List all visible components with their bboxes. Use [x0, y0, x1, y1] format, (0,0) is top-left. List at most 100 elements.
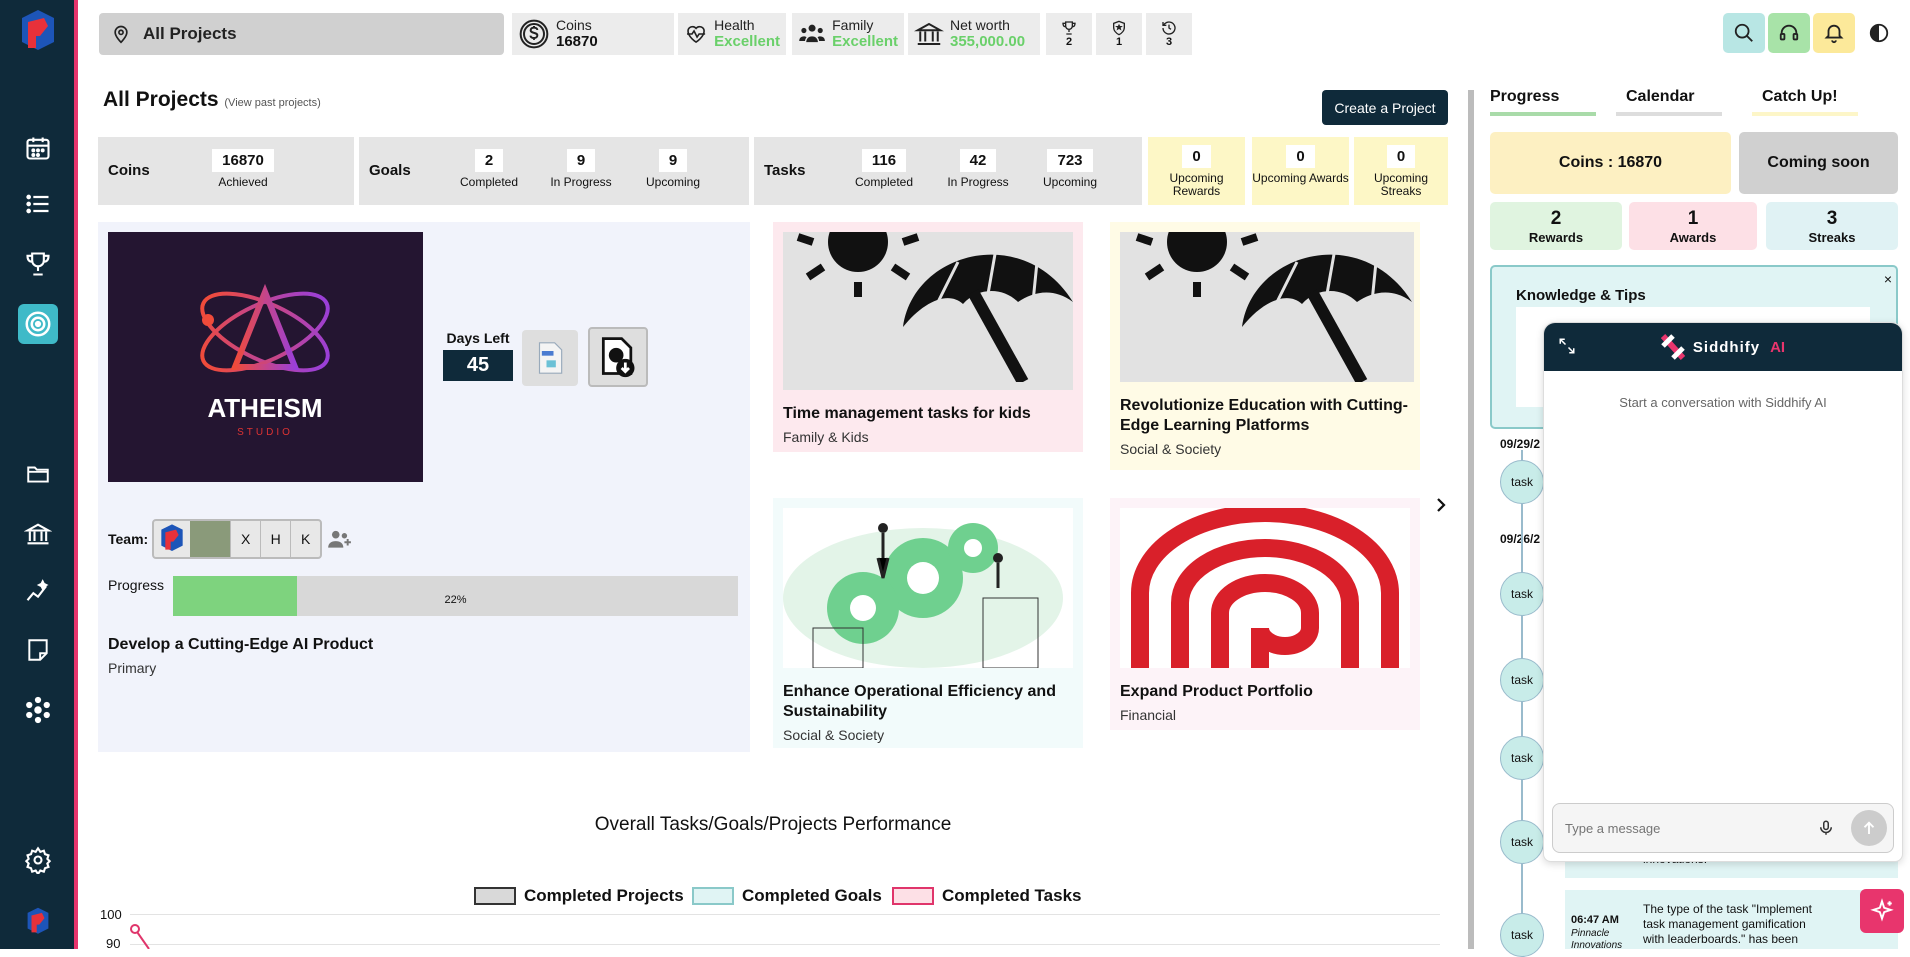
- networth-stat[interactable]: Net worth 355,000.00: [908, 13, 1040, 55]
- project-card[interactable]: Expand Product Portfolio Financial: [1110, 498, 1420, 730]
- badge-counter[interactable]: 1: [1096, 13, 1142, 55]
- coins-value: 16870: [556, 33, 598, 50]
- project-card[interactable]: Time management tasks for kids Family & …: [773, 222, 1083, 452]
- chat-message-input[interactable]: [1565, 820, 1817, 836]
- upcoming-awards-label: Upcoming Awards: [1252, 171, 1349, 185]
- streaks-box[interactable]: 3 Streaks: [1766, 202, 1898, 250]
- network-icon[interactable]: [18, 690, 58, 730]
- timeline-entry[interactable]: 06:47 AM Pinnacle Innovations The type o…: [1565, 890, 1898, 949]
- legend-item[interactable]: Completed Projects: [474, 886, 684, 906]
- timeline-task-dot[interactable]: task: [1500, 658, 1544, 702]
- rewards-label: Rewards: [1528, 229, 1584, 245]
- legend-item[interactable]: Completed Goals: [692, 886, 882, 906]
- project-card-category: Social & Society: [783, 727, 885, 743]
- chat-header: Siddhify AI: [1544, 323, 1902, 371]
- coins-achieved-value: 16870: [212, 149, 274, 172]
- featured-project-card[interactable]: ATHEISM STUDIO Days Left 45 Team: X H K …: [98, 222, 750, 752]
- siddhify-logo-icon: [1660, 334, 1685, 360]
- list-icon[interactable]: [18, 184, 58, 224]
- logo-subtext: STUDIO: [237, 427, 293, 438]
- team-member-avatar[interactable]: H: [260, 521, 290, 557]
- notifications-button[interactable]: [1813, 13, 1855, 53]
- team-member-avatar[interactable]: X: [230, 521, 260, 557]
- send-button[interactable]: [1851, 810, 1887, 846]
- y-tick-label: 100: [100, 907, 122, 922]
- coins-stat[interactable]: Coins 16870: [512, 13, 674, 55]
- tasks-data-point[interactable]: [130, 924, 140, 934]
- top-bar: All Projects Coins 16870 Health Excellent …: [78, 0, 1910, 62]
- chat-brand: Siddhify: [1692, 338, 1761, 356]
- chat-input-bar: [1552, 803, 1894, 853]
- note-icon[interactable]: [18, 630, 58, 670]
- settings-gear-icon[interactable]: [18, 840, 58, 880]
- badge-count: 1: [1115, 36, 1123, 48]
- project-card-category: Social & Society: [1120, 441, 1222, 457]
- view-past-projects-link[interactable]: (View past projects): [224, 97, 320, 109]
- app-logo-icon[interactable]: [18, 10, 58, 52]
- document-icon: [538, 342, 563, 374]
- ai-assistant-button[interactable]: [1860, 889, 1904, 933]
- location-label: All Projects: [143, 24, 237, 43]
- timeline-task-dot[interactable]: task: [1500, 460, 1544, 504]
- create-project-button[interactable]: Create a Project: [1322, 90, 1448, 125]
- tasks-upcoming-value: 723: [1047, 149, 1093, 172]
- health-stat[interactable]: Health Excellent: [678, 13, 786, 55]
- timeline-entry-time: 06:47 AM: [1571, 914, 1619, 926]
- tab-calendar[interactable]: Calendar: [1616, 88, 1722, 116]
- search-button[interactable]: [1723, 13, 1765, 53]
- project-card[interactable]: Revolutionize Education with Cutting-Edg…: [1110, 222, 1420, 470]
- rewards-box[interactable]: 2 Rewards: [1490, 202, 1622, 250]
- family-stat[interactable]: Family Excellent: [792, 13, 904, 55]
- folder-icon[interactable]: [18, 454, 58, 494]
- coins-summary-box: Coins : 16870: [1490, 132, 1731, 194]
- legend-item[interactable]: Completed Tasks: [892, 886, 1082, 906]
- theme-toggle-button[interactable]: [1858, 13, 1900, 53]
- tab-catch-up[interactable]: Catch Up!: [1752, 88, 1858, 116]
- next-arrow-icon[interactable]: [1432, 495, 1450, 515]
- team-member-photo-avatar[interactable]: [190, 521, 231, 557]
- download-report-button[interactable]: [588, 327, 648, 387]
- goals-in-progress-value: 9: [566, 149, 596, 172]
- doc-button[interactable]: [522, 330, 578, 386]
- sidebar-accent: [74, 0, 78, 949]
- team-member-avatar[interactable]: K: [290, 521, 320, 557]
- tab-progress-label: Progress: [1490, 88, 1560, 105]
- goals-in-progress-label: In Progress: [550, 175, 612, 189]
- awards-box[interactable]: 1 Awards: [1629, 202, 1757, 250]
- panel-divider[interactable]: [1468, 90, 1474, 949]
- featured-project-category: Primary: [108, 660, 157, 676]
- location-selector[interactable]: All Projects: [99, 13, 504, 55]
- support-button[interactable]: [1768, 13, 1810, 53]
- timeline-task-dot[interactable]: task: [1500, 572, 1544, 616]
- timeline-task-dot[interactable]: task: [1500, 820, 1544, 864]
- sparkle-icon: [1870, 898, 1894, 922]
- trophy-icon[interactable]: [18, 244, 58, 284]
- microphone-icon[interactable]: [1817, 819, 1835, 837]
- projects-target-icon[interactable]: [18, 304, 58, 344]
- project-card[interactable]: Enhance Operational Efficiency and Susta…: [773, 498, 1083, 748]
- tasks-completed-value: 116: [861, 149, 907, 172]
- add-member-icon[interactable]: [326, 528, 352, 550]
- trophy-count: 2: [1065, 36, 1073, 48]
- trophy-counter[interactable]: 2: [1046, 13, 1092, 55]
- analytics-icon[interactable]: [18, 572, 58, 612]
- expand-icon[interactable]: [1558, 337, 1576, 355]
- team-member-logo-avatar[interactable]: [154, 521, 190, 557]
- awards-label: Awards: [1669, 229, 1717, 245]
- project-card-category: Financial: [1120, 707, 1177, 723]
- history-counter[interactable]: 3: [1146, 13, 1192, 55]
- timeline-task-dot[interactable]: task: [1500, 736, 1544, 780]
- chart-gridline: [130, 944, 1440, 945]
- send-arrow-icon: [1863, 821, 1875, 834]
- bank-icon[interactable]: [18, 514, 58, 554]
- days-left-value: 45: [443, 350, 513, 381]
- timeline-task-dot[interactable]: task: [1500, 913, 1544, 957]
- close-icon[interactable]: ×: [1884, 271, 1892, 287]
- featured-project-title[interactable]: Develop a Cutting-Edge AI Product: [108, 636, 373, 654]
- goals-completed-label: Completed: [459, 175, 519, 189]
- tasks-card-title: Tasks: [764, 162, 806, 179]
- coins-card-title: Coins: [108, 162, 150, 179]
- calendar-icon[interactable]: [18, 128, 58, 168]
- days-left: Days Left 45: [443, 330, 513, 381]
- tab-progress[interactable]: Progress: [1490, 88, 1596, 116]
